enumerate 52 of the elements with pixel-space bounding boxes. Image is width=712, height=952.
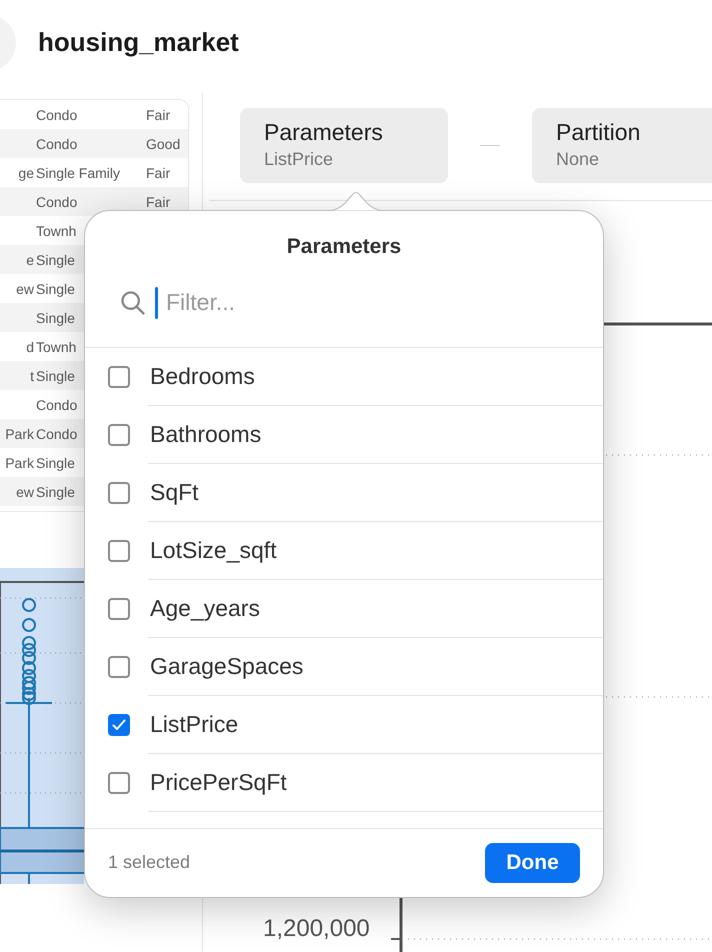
table-cell: Townh xyxy=(36,338,76,354)
table-cell: d xyxy=(26,338,34,354)
done-button[interactable]: Done xyxy=(485,842,580,883)
checkbox[interactable] xyxy=(108,424,130,446)
popover-title: Parameters xyxy=(286,235,402,259)
parameter-option[interactable]: Bathrooms xyxy=(150,421,262,448)
checkbox[interactable] xyxy=(108,366,130,388)
parameter-option[interactable]: ListPrice xyxy=(150,711,238,738)
table-cell: Condo xyxy=(36,426,78,442)
table-cell: ge xyxy=(18,164,34,180)
parameter-option[interactable]: LotSize_sqft xyxy=(150,537,277,564)
parameter-option[interactable]: Age_years xyxy=(150,595,260,622)
table-cell: Fair xyxy=(146,164,170,180)
table-cell: ew xyxy=(16,280,34,296)
axis-label: 1,200,000 xyxy=(263,915,370,943)
checkbox[interactable] xyxy=(108,772,130,794)
parameter-option[interactable]: GarageSpaces xyxy=(150,653,304,680)
table-cell: t xyxy=(30,368,34,384)
parameter-option[interactable]: Bedrooms xyxy=(150,363,255,390)
parameter-pill[interactable]: Partition None xyxy=(532,108,712,183)
table-cell: Single xyxy=(36,484,75,500)
table-cell: Condo xyxy=(36,106,78,122)
text-cursor xyxy=(155,286,158,319)
table-cell: Good xyxy=(146,136,180,152)
checkbox[interactable] xyxy=(108,482,130,504)
table-cell: Single xyxy=(36,368,75,384)
parameter-pill[interactable]: Parameters ListPrice xyxy=(240,108,448,183)
checkbox[interactable] xyxy=(108,598,130,620)
table-cell: Condo xyxy=(36,136,78,152)
parameter-option[interactable]: SqFt xyxy=(150,479,199,506)
table-cell: ew xyxy=(16,484,34,500)
table-cell: e xyxy=(26,252,34,268)
table-cell: Single xyxy=(36,280,75,296)
table-cell: Townh xyxy=(36,222,76,238)
table-cell: Fair xyxy=(146,106,170,122)
table-cell: Park xyxy=(5,454,34,470)
checkbox[interactable] xyxy=(108,540,130,562)
table-cell: Single Family xyxy=(36,164,120,180)
selection-count: 1 selected xyxy=(108,852,190,874)
page-title: housing_market xyxy=(38,27,239,58)
checkbox[interactable] xyxy=(108,714,130,736)
parameter-option[interactable]: PricePerSqFt xyxy=(150,769,287,796)
table-cell: Single xyxy=(36,310,75,326)
search-icon xyxy=(119,288,147,317)
checkbox[interactable] xyxy=(108,656,130,678)
table-cell: Single xyxy=(36,252,75,268)
table-cell: Park xyxy=(5,426,34,442)
checkmark-icon xyxy=(112,718,126,731)
table-cell: Single xyxy=(36,454,75,470)
table-cell: Condo xyxy=(36,396,78,412)
table-cell: Condo xyxy=(36,194,78,210)
table-cell: Fair xyxy=(146,194,170,210)
